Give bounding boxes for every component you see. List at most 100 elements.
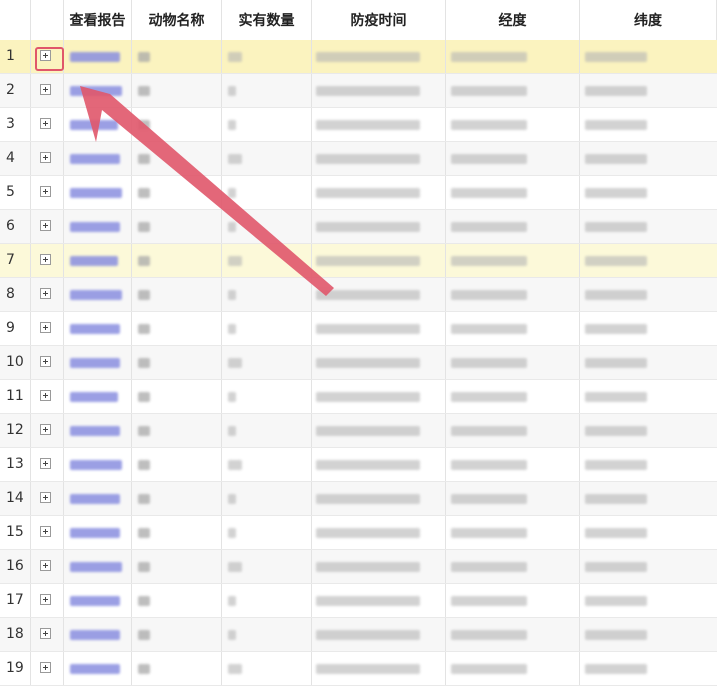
view-report-link[interactable] [64,278,132,311]
view-report-link[interactable] [64,516,132,549]
redacted-value [70,392,118,402]
table-row[interactable]: 13 [0,448,717,482]
redacted-value [585,120,647,130]
view-report-link[interactable] [64,550,132,583]
vaccination-time-cell [312,312,446,345]
expand-cell [31,312,64,345]
view-report-link[interactable] [64,414,132,447]
table-row[interactable]: 9 [0,312,717,346]
view-report-link[interactable] [64,176,132,209]
redacted-value [70,630,120,640]
row-number: 2 [0,74,31,107]
view-report-link[interactable] [64,108,132,141]
latitude-cell [580,312,717,345]
plus-square-icon[interactable] [40,254,51,265]
header-view-report[interactable]: 查看报告 [64,0,132,41]
redacted-value [228,256,242,266]
view-report-link[interactable] [64,482,132,515]
plus-square-icon[interactable] [40,390,51,401]
redacted-value [138,426,150,436]
table-row[interactable]: 16 [0,550,717,584]
plus-square-icon[interactable] [40,628,51,639]
expand-cell [31,550,64,583]
header-vaccination-time[interactable]: 防疫时间 [312,0,446,41]
table-row[interactable]: 6 [0,210,717,244]
plus-square-icon[interactable] [40,594,51,605]
redacted-value [228,494,236,504]
view-report-link[interactable] [64,380,132,413]
plus-square-icon[interactable] [40,152,51,163]
expand-cell [31,516,64,549]
plus-square-icon[interactable] [40,526,51,537]
redacted-value [451,562,527,572]
table-row[interactable]: 5 [0,176,717,210]
latitude-cell [580,176,717,209]
plus-square-icon[interactable] [40,492,51,503]
table-row[interactable]: 18 [0,618,717,652]
view-report-link[interactable] [64,244,132,277]
actual-count-cell [222,210,312,243]
table-row[interactable]: 19 [0,652,717,686]
table-row[interactable]: 3 [0,108,717,142]
redacted-value [316,392,420,402]
table-row[interactable]: 1 [0,40,717,74]
view-report-link[interactable] [64,618,132,651]
longitude-cell [446,448,580,481]
plus-square-icon[interactable] [40,84,51,95]
plus-square-icon[interactable] [40,186,51,197]
expand-cell [31,210,64,243]
redacted-value [228,290,236,300]
actual-count-cell [222,516,312,549]
table-row[interactable]: 10 [0,346,717,380]
redacted-value [228,562,242,572]
expand-cell [31,448,64,481]
plus-square-icon[interactable] [40,560,51,571]
view-report-link[interactable] [64,584,132,617]
plus-square-icon[interactable] [40,458,51,469]
redacted-value [316,358,420,368]
view-report-link[interactable] [64,142,132,175]
table-row[interactable]: 14 [0,482,717,516]
table-row[interactable]: 12 [0,414,717,448]
plus-square-icon[interactable] [40,662,51,673]
view-report-link[interactable] [64,346,132,379]
table-row[interactable]: 8 [0,278,717,312]
view-report-link[interactable] [64,210,132,243]
redacted-value [585,528,647,538]
redacted-value [451,494,527,504]
plus-square-icon[interactable] [40,322,51,333]
table-row[interactable]: 15 [0,516,717,550]
table-row[interactable]: 7 [0,244,717,278]
animal-name-cell [132,516,222,549]
table-row[interactable]: 4 [0,142,717,176]
row-number: 5 [0,176,31,209]
redacted-value [228,358,242,368]
redacted-value [451,426,527,436]
plus-square-icon[interactable] [40,288,51,299]
plus-square-icon[interactable] [40,220,51,231]
table-row[interactable]: 2 [0,74,717,108]
view-report-link[interactable] [64,652,132,685]
actual-count-cell [222,414,312,447]
latitude-cell [580,448,717,481]
table-row[interactable]: 17 [0,584,717,618]
header-longitude[interactable]: 经度 [446,0,580,41]
redacted-value [451,528,527,538]
latitude-cell [580,516,717,549]
plus-square-icon[interactable] [40,424,51,435]
view-report-link[interactable] [64,448,132,481]
plus-square-icon[interactable] [40,356,51,367]
animal-name-cell [132,550,222,583]
view-report-link[interactable] [64,312,132,345]
redacted-value [316,188,420,198]
table-row[interactable]: 11 [0,380,717,414]
header-actual-count[interactable]: 实有数量 [222,0,312,41]
expand-cell [31,482,64,515]
plus-square-icon[interactable] [40,118,51,129]
view-report-link[interactable] [64,74,132,107]
redacted-value [228,324,236,334]
expand-cell [31,652,64,685]
header-animal-name[interactable]: 动物名称 [132,0,222,41]
header-latitude[interactable]: 纬度 [580,0,717,41]
view-report-link[interactable] [64,40,132,73]
